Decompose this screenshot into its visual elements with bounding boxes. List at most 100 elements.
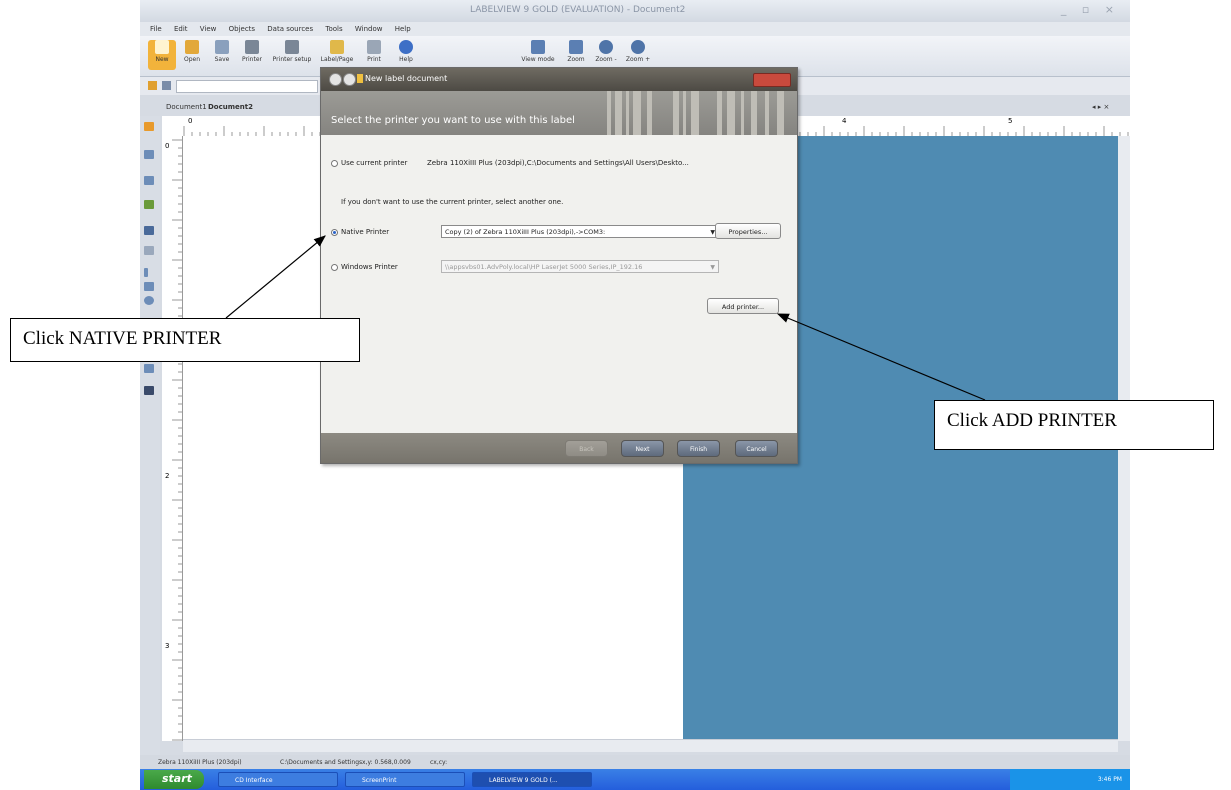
open-button[interactable]: Open [178,40,206,70]
horizontal-scrollbar[interactable] [183,739,1118,752]
windows-printer-select[interactable]: \\appsvbs01.AdvPoly.local\HP LaserJet 50… [441,260,719,273]
zoom-in-icon [631,40,645,54]
banner-stripe [647,91,652,135]
menu-objects[interactable]: Objects [229,25,255,33]
print-button[interactable]: Print [360,40,388,70]
add-printer-button[interactable]: Add printer... [707,298,779,314]
finish-button[interactable]: Finish [677,440,720,457]
native-printer-label: Native Printer [341,228,390,236]
printer-button[interactable]: Printer [238,40,266,70]
window-controls[interactable]: _ ▫ × [1061,3,1120,16]
printer-icon [245,40,259,54]
label-page-button[interactable]: Label/Page [318,40,356,70]
status-bar: Zebra 110XiIII Plus (203dpi) C:\Document… [140,755,1130,769]
back-nav-icon[interactable] [329,73,342,86]
banner-stripe [626,91,629,135]
taskbar-item-cd-interface[interactable]: CD Interface [218,772,338,787]
taskbar-item-labelview[interactable]: LABELVIEW 9 GOLD (... [472,772,592,787]
help-button[interactable]: Help [392,40,420,70]
banner-stripe [633,91,641,135]
banner-stripe [615,91,622,135]
ruler-mark-5: 5 [1008,117,1013,125]
app-title-bar: LABELVIEW 9 GOLD (EVALUATION) - Document… [140,0,1130,22]
menu-tools[interactable]: Tools [325,25,342,33]
cancel-button[interactable]: Cancel [735,440,778,457]
rfid-tool-icon[interactable] [144,364,154,373]
toolbar-input[interactable] [176,80,318,93]
taskbar-item-screenprint[interactable]: ScreenPrint [345,772,465,787]
left-ruler: 0 2 3 [162,136,183,741]
current-printer-value: Zebra 110XiIII Plus (203dpi),C:\Document… [427,159,689,167]
menu-file[interactable]: File [150,25,162,33]
zoom-button[interactable]: Zoom [562,40,590,70]
ellipse-tool-icon[interactable] [144,296,154,305]
save-icon [215,40,229,54]
image-tool-icon[interactable] [144,200,154,209]
properties-button[interactable]: Properties... [715,223,781,239]
menu-window[interactable]: Window [355,25,383,33]
use-current-printer-radio[interactable] [331,160,338,167]
ruler-left-mark-0: 0 [165,142,170,150]
save-button[interactable]: Save [208,40,236,70]
printer-setup-button[interactable]: Printer setup [272,40,312,70]
windows-printer-label: Windows Printer [341,263,398,271]
barcode-tool-icon[interactable] [144,176,154,185]
back-button[interactable]: Back [565,440,608,457]
forward-nav-icon[interactable] [343,73,356,86]
shape-tool-icon[interactable] [144,226,154,235]
table-tool-icon[interactable] [144,246,154,255]
windows-taskbar: start CD Interface ScreenPrint LABELVIEW… [140,769,1130,790]
menu-help[interactable]: Help [395,25,411,33]
line-tool-icon[interactable] [144,268,148,277]
database-tool-icon[interactable] [144,386,154,395]
tab-document1[interactable]: Document1 [166,103,207,111]
open-icon [185,40,199,54]
zoom-icon [569,40,583,54]
menu-bar: File Edit View Objects Data sources Tool… [140,22,1130,36]
start-button[interactable]: start [144,770,204,789]
native-printer-select[interactable]: Copy (2) of Zebra 110XiIII Plus (203dpi)… [441,225,719,238]
banner-stripe [683,91,686,135]
zoom-in-button[interactable]: Zoom + [624,40,652,70]
tool-icon[interactable] [148,81,157,90]
view-mode-button[interactable]: View mode [520,40,556,70]
help-icon [399,40,413,54]
menu-data-sources[interactable]: Data sources [267,25,313,33]
tab-nav-icon[interactable]: ◂ ▸ × [1092,103,1109,111]
banner-stripe [607,91,611,135]
tab-document2[interactable]: Document2 [208,103,253,111]
banner-stripe [673,91,679,135]
dialog-heading: Select the printer you want to use with … [331,115,575,126]
use-current-printer-label: Use current printer [341,159,408,167]
native-printer-radio[interactable] [331,229,338,236]
next-button[interactable]: Next [621,440,664,457]
grid-icon[interactable] [162,81,171,90]
ruler-mark-0: 0 [188,117,193,125]
label-page-icon [330,40,344,54]
view-mode-icon [531,40,545,54]
menu-view[interactable]: View [200,25,217,33]
windows-printer-radio[interactable] [331,264,338,271]
zoom-out-button[interactable]: Zoom - [592,40,620,70]
callout-add-printer: Click ADD PRINTER [934,400,1214,450]
rectangle-tool-icon[interactable] [144,282,154,291]
dialog-footer: Back Next Finish Cancel [321,433,797,463]
callout-native-printer: Click NATIVE PRINTER [10,318,360,362]
ruler-mark-4: 4 [842,117,847,125]
dialog-title: New label document [365,74,448,83]
banner-stripe [717,91,722,135]
new-button[interactable]: New [148,40,176,70]
printer-setup-icon [285,40,299,54]
close-icon[interactable] [753,73,791,87]
chevron-down-icon: ▼ [710,264,715,271]
ruler-left-mark-2: 2 [165,472,170,480]
selection-tool-icon[interactable] [144,122,154,131]
status-cxcy: cx,cy: [430,759,448,766]
app-title: LABELVIEW 9 GOLD (EVALUATION) - Document… [470,5,686,15]
banner-stripe [765,91,769,135]
ruler-left-mark-3: 3 [165,642,170,650]
menu-edit[interactable]: Edit [174,25,188,33]
dialog-title-bar: New label document [321,68,797,91]
dialog-header-banner: Select the printer you want to use with … [321,91,797,135]
text-tool-icon[interactable] [144,150,154,159]
